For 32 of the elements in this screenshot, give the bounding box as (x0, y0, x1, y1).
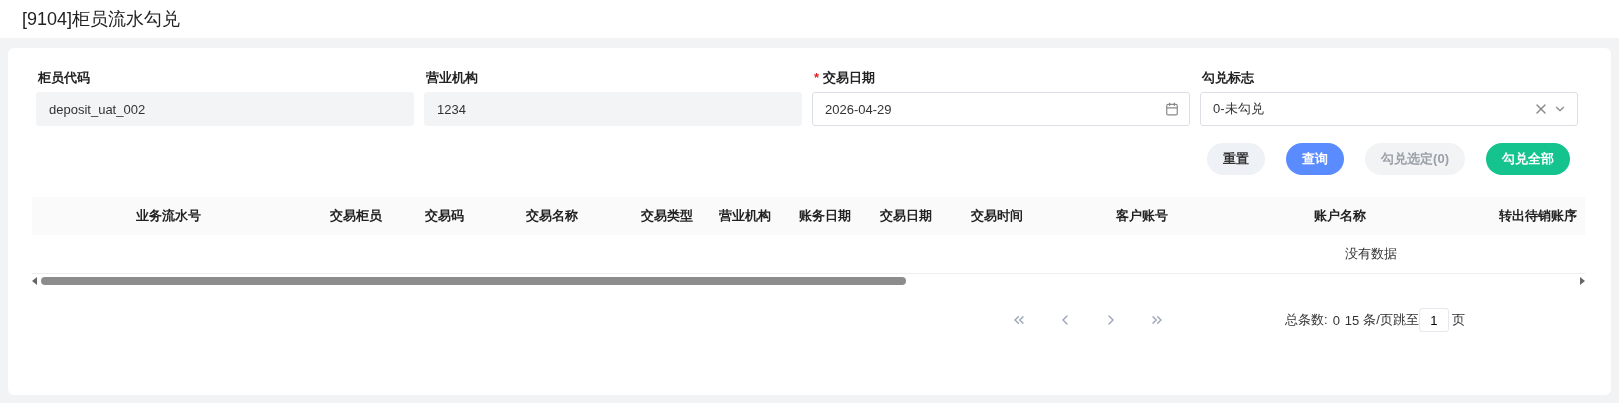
field-label: 柜员代码 (37, 68, 91, 87)
column-header: 交易柜员 (329, 207, 383, 225)
scroll-left-icon[interactable] (32, 277, 37, 285)
field-label: 勾兑标志 (1201, 68, 1255, 87)
field-label: 营业机构 (425, 68, 479, 87)
page-title: [9104]柜员流水勾兑 (22, 8, 181, 31)
column-header: 账务日期 (798, 207, 852, 225)
column-header: 交易类型 (640, 207, 694, 225)
column-header: 转出待销账序 (1498, 207, 1578, 225)
column-header: 客户账号 (1115, 207, 1169, 225)
column-header: 账户名称 (1313, 207, 1367, 225)
column-header: 业务流水号 (134, 207, 202, 225)
empty-text: 没有数据 (1345, 245, 1397, 263)
jump-label: 跳至 (1392, 311, 1419, 329)
reset-button[interactable]: 重置 (1207, 143, 1266, 175)
total-count: 0 (1332, 312, 1340, 328)
page-size-unit: 条/页 (1363, 311, 1393, 329)
field-label: * 交易日期 (813, 68, 877, 87)
page-unit: 页 (1451, 311, 1465, 329)
column-header: 营业机构 (718, 207, 772, 225)
column-header: 交易日期 (879, 207, 933, 225)
scroll-right-icon[interactable] (1580, 277, 1585, 285)
page-size: 15 (1344, 312, 1360, 328)
calendar-icon[interactable] (1165, 102, 1179, 116)
scrollbar-thumb[interactable] (41, 277, 906, 285)
page-input[interactable]: 1 (1418, 308, 1449, 332)
column-header: 交易时间 (970, 207, 1024, 225)
column-header: 交易名称 (525, 207, 579, 225)
total-label: 总条数: (1285, 311, 1328, 329)
select-field[interactable]: 0-未勾兑 (1200, 92, 1578, 126)
column-header: 交易码 (423, 207, 465, 225)
date-field[interactable]: 2026-04-29 (812, 92, 1190, 126)
